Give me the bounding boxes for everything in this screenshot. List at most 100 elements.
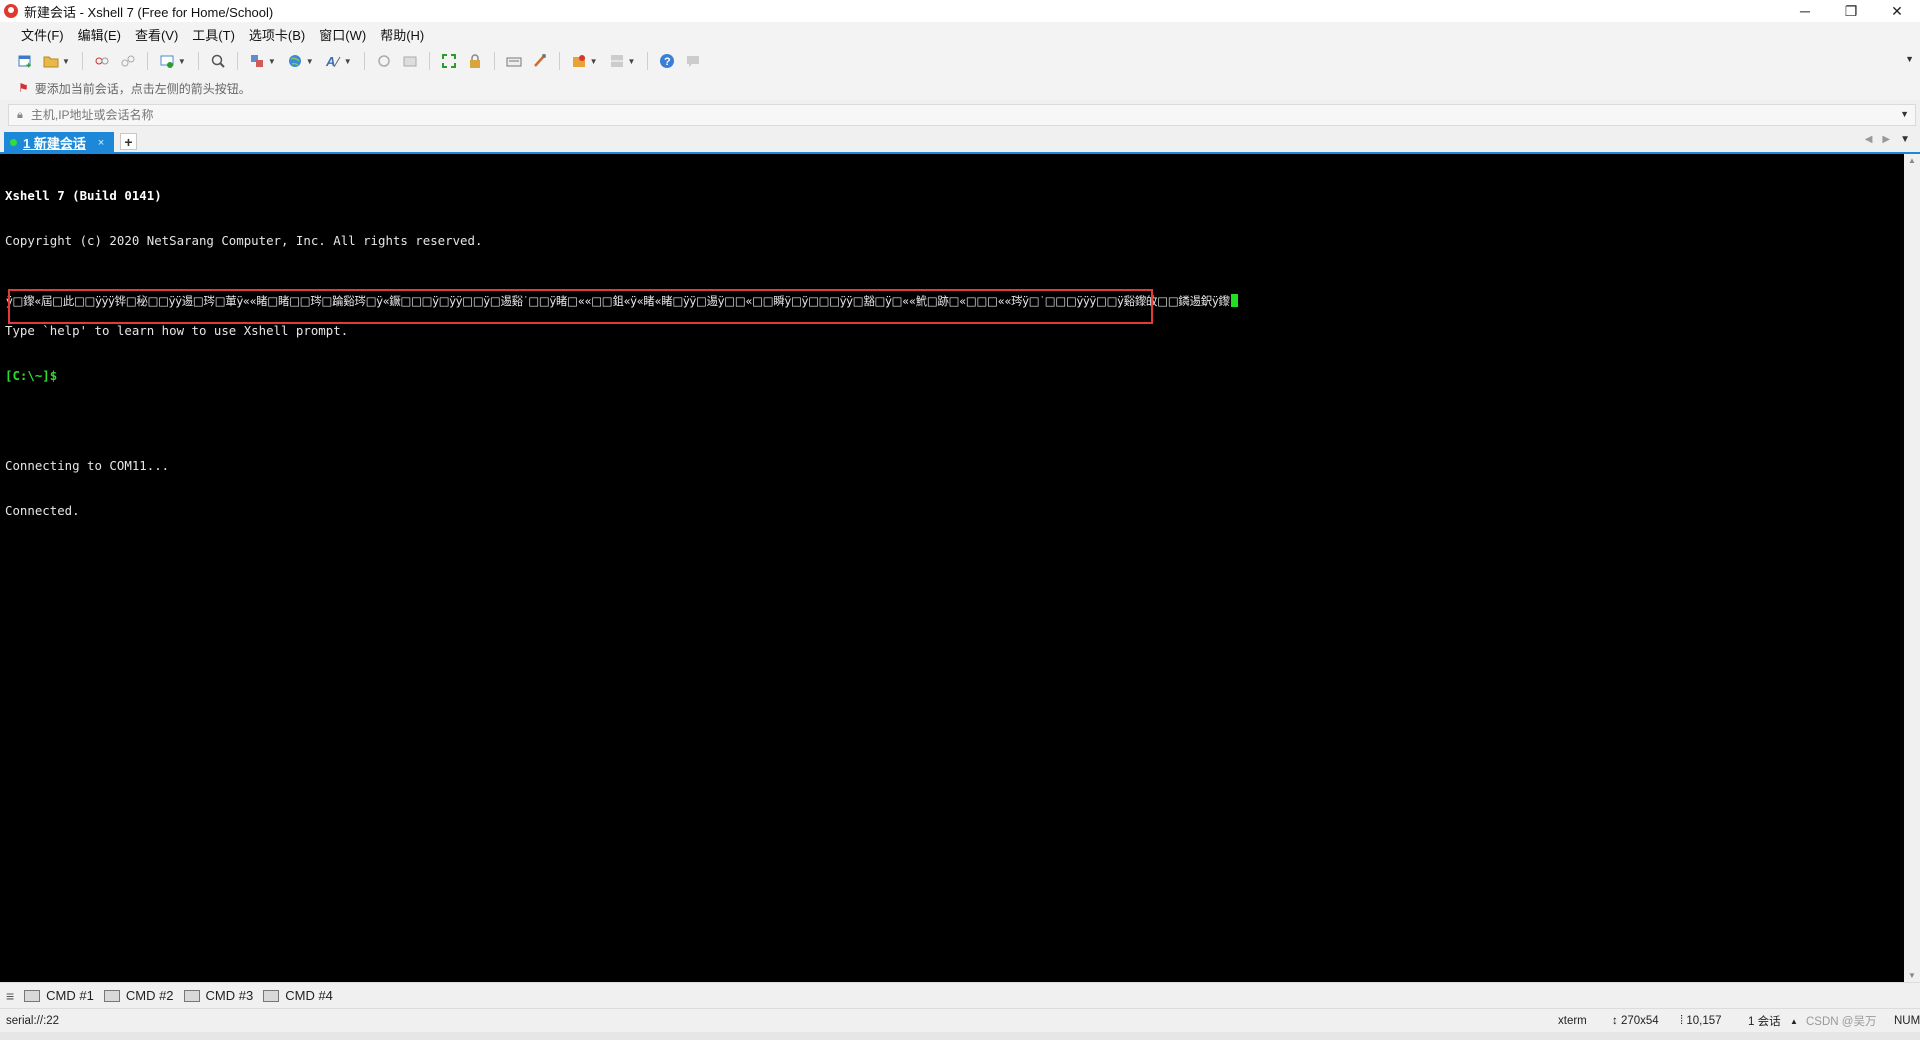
font-icon[interactable]: A (324, 52, 342, 70)
restore-button[interactable]: ❐ (1828, 0, 1874, 22)
watermark: CSDN @吴万 (1806, 1016, 1877, 1028)
terminal-view[interactable]: Xshell 7 (Build 0141) Copyright (c) 2020… (0, 154, 1904, 982)
minimize-button[interactable]: ─ (1782, 0, 1828, 22)
cmd-button-3[interactable]: CMD #3 (183, 988, 253, 1003)
tab-scroll-right-icon[interactable]: ▶ (1882, 134, 1890, 145)
toolbar-divider (493, 52, 495, 70)
menu-bar: 文件(F) 编辑(E) 查看(V) 工具(T) 选项卡(B) 窗口(W) 帮助(… (0, 22, 1920, 46)
tab-scroll-left-icon[interactable]: ◀ (1865, 134, 1873, 145)
menu-window[interactable]: 窗口(W) (312, 25, 373, 44)
chevron-down-icon[interactable]: ▼ (344, 57, 352, 66)
transfer-icon[interactable] (375, 52, 393, 70)
new-session-icon[interactable]: + (16, 52, 34, 70)
window-title: 新建会话 - Xshell 7 (Free for Home/School) (24, 4, 274, 20)
num-lock-indicator: NUM (1894, 1015, 1920, 1027)
keyboard-icon (263, 989, 280, 1002)
lock-icon[interactable] (466, 52, 484, 70)
terminal-line: Xshell 7 (Build 0141) (5, 188, 162, 203)
layout-grid-icon[interactable] (608, 52, 626, 70)
xshell-logo-icon (4, 4, 18, 18)
terminal-cursor (1230, 294, 1238, 307)
connect-icon[interactable] (93, 52, 111, 70)
toolbar-divider (197, 52, 199, 70)
open-folder-icon[interactable] (42, 52, 60, 70)
globe-icon[interactable] (286, 52, 304, 70)
search-icon[interactable] (209, 52, 227, 70)
tab-list-dropdown-icon[interactable]: ▼ (1900, 134, 1910, 145)
chat-icon[interactable] (684, 52, 702, 70)
quick-command-bar: ≡ CMD #1 CMD #2 CMD #3 CMD #4 (0, 982, 1920, 1008)
toolbar-divider (81, 52, 83, 70)
toolbar: + ▼ ▼ ▼ ▼ A ▼ ▼ ▼ ? ▼ (0, 46, 1920, 76)
chevron-down-icon[interactable]: ▼ (268, 57, 276, 66)
keyboard-icon (103, 989, 120, 1002)
address-bar: 🔒︎ ▼ (8, 104, 1916, 126)
reconnect-icon[interactable] (158, 52, 176, 70)
cmd-button-1[interactable]: CMD #1 (24, 988, 94, 1003)
sftp-icon[interactable] (401, 52, 419, 70)
connection-info: serial://:22 (6, 1015, 60, 1027)
tab-label: 1 新建会话 (23, 136, 86, 151)
help-icon[interactable]: ? (658, 52, 676, 70)
vertical-scrollbar[interactable]: ▲ ▼ (1904, 154, 1920, 982)
keyboard-icon (24, 989, 41, 1002)
script-icon[interactable] (570, 52, 588, 70)
cmd-button-4[interactable]: CMD #4 (263, 988, 333, 1003)
terminal-line: Type `help' to learn how to use Xshell p… (5, 323, 349, 338)
menu-view[interactable]: 查看(V) (128, 25, 185, 44)
scroll-down-icon[interactable]: ▼ (1908, 971, 1916, 980)
toolbar-divider (146, 52, 148, 70)
lock-icon: 🔒︎ (17, 108, 23, 121)
fullscreen-icon[interactable] (440, 52, 458, 70)
connection-status-dot (10, 139, 17, 146)
menu-lines-icon[interactable]: ≡ (6, 988, 14, 1004)
tab-close-icon[interactable]: × (98, 137, 104, 149)
bottom-strip (0, 1032, 1920, 1040)
chevron-down-icon[interactable]: ▼ (306, 57, 314, 66)
tab-new-session[interactable]: 1 新建会话 × (4, 132, 114, 153)
cmd-button-2[interactable]: CMD #2 (103, 988, 174, 1003)
toolbar-divider (428, 52, 430, 70)
terminal-output: Xshell 7 (Build 0141) Copyright (c) 2020… (5, 158, 482, 548)
disconnect-icon[interactable] (119, 52, 137, 70)
title-bar: 新建会话 - Xshell 7 (Free for Home/School) ─… (0, 0, 1920, 22)
keyboard-icon (183, 989, 200, 1002)
toolbar-divider (558, 52, 560, 70)
status-bar: serial://:22 xterm ↕ 270x54 ⁞ 10,157 1 会… (0, 1008, 1920, 1033)
terminal-prompt: [C:\~]$ (5, 368, 58, 383)
keyboard-icon[interactable] (505, 52, 523, 70)
bookmark-flag-icon[interactable]: ⚑ (18, 81, 29, 95)
menu-edit[interactable]: 编辑(E) (71, 25, 128, 44)
session-count: 1 会话 (1748, 1016, 1781, 1028)
menu-file[interactable]: 文件(F) (14, 25, 71, 44)
host-address-input[interactable] (28, 107, 1833, 123)
terminal-size: ↕ 270x54 (1612, 1015, 1659, 1027)
svg-text:?: ? (664, 56, 671, 68)
terminal-type: xterm (1558, 1015, 1587, 1027)
window-controls: ─ ❐ ✕ (1782, 0, 1920, 22)
terminal-line: Connected. (5, 503, 80, 518)
chevron-down-icon[interactable]: ▼ (628, 57, 636, 66)
scroll-up-icon[interactable]: ▲ (1908, 156, 1916, 165)
menu-help[interactable]: 帮助(H) (373, 25, 431, 44)
chevron-down-icon[interactable]: ▼ (178, 57, 186, 66)
compose-icon[interactable] (531, 52, 549, 70)
hint-bar: ⚑ 要添加当前会话，点击左侧的箭头按钮。 (0, 76, 1920, 100)
toolbar-divider (647, 52, 649, 70)
toolbar-overflow-icon[interactable]: ▼ (1905, 54, 1914, 64)
menu-tabs[interactable]: 选项卡(B) (242, 25, 312, 44)
layout-icon[interactable] (248, 52, 266, 70)
tab-navigation: ◀ ▶ ▼ (1865, 134, 1910, 145)
add-tab-button[interactable]: + (120, 133, 137, 150)
menu-tools[interactable]: 工具(T) (185, 25, 242, 44)
chevron-down-icon[interactable]: ▼ (1900, 109, 1909, 119)
chevron-down-icon[interactable]: ▼ (590, 57, 598, 66)
caret-up-icon[interactable]: ▲ (1790, 1017, 1798, 1026)
hint-text: 要添加当前会话，点击左侧的箭头按钮。 (34, 81, 251, 96)
close-button[interactable]: ✕ (1874, 0, 1920, 22)
toolbar-divider (236, 52, 238, 70)
cmd-label: CMD #1 (46, 988, 94, 1003)
chevron-down-icon[interactable]: ▼ (62, 57, 70, 66)
annotation-highlight-box (8, 289, 1153, 324)
